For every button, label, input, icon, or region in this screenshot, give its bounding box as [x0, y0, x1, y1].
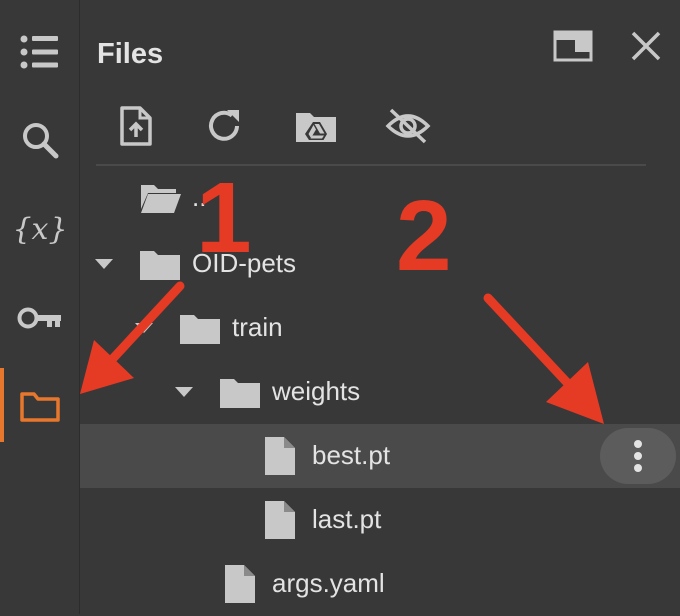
upload-file-icon — [120, 106, 152, 146]
search-button[interactable] — [0, 104, 80, 176]
search-icon — [23, 123, 59, 159]
refresh-button[interactable] — [196, 100, 252, 152]
close-panel-button[interactable] — [623, 26, 669, 66]
chevron-down-icon[interactable] — [170, 378, 198, 406]
tree-row-label: args.yaml — [272, 568, 385, 598]
tree-row-label: train — [232, 312, 283, 342]
tree-row-label: last.pt — [312, 504, 382, 534]
file-icon — [258, 437, 302, 475]
file-icon — [218, 565, 262, 603]
open-in-tab-button[interactable] — [550, 26, 596, 66]
annotation-step-1: 1 — [196, 162, 252, 274]
folder-icon — [178, 310, 222, 346]
mount-drive-button[interactable] — [288, 100, 344, 152]
window-icon — [553, 30, 593, 62]
files-button[interactable] — [0, 370, 80, 442]
close-icon — [631, 31, 661, 61]
key-icon — [17, 307, 61, 329]
folder-icon — [218, 374, 262, 410]
folder-open-icon — [138, 180, 182, 216]
tree-row-file[interactable]: last.pt — [80, 488, 680, 552]
folder-icon — [138, 246, 182, 282]
folder-icon — [20, 392, 60, 422]
tree-row-file-selected[interactable]: best.pt — [80, 424, 680, 488]
annotation-step-2: 2 — [396, 180, 452, 292]
activity-sidebar: {x} — [0, 0, 80, 614]
list-icon — [20, 35, 58, 69]
chevron-down-icon[interactable] — [90, 250, 118, 278]
toggle-hidden-files-button[interactable] — [380, 100, 436, 152]
secrets-button[interactable] — [0, 282, 80, 354]
drive-folder-icon — [296, 113, 336, 142]
kebab-menu-icon — [634, 440, 642, 472]
file-icon — [258, 501, 302, 539]
panel-title: Files — [97, 38, 164, 70]
upload-button[interactable] — [108, 100, 164, 152]
svg-text:{x}: {x} — [15, 212, 65, 247]
tree-row-folder[interactable]: train — [80, 296, 680, 360]
tree-row-file[interactable]: args.yaml — [80, 552, 680, 616]
eye-off-icon — [385, 108, 431, 144]
tree-row-folder[interactable]: weights — [80, 360, 680, 424]
variables-icon: {x} — [15, 212, 65, 247]
files-panel: Files .. OID-pets train weights best.pt … — [80, 0, 680, 614]
tree-row-folder[interactable]: OID-pets — [80, 232, 680, 296]
variables-button[interactable]: {x} — [0, 192, 80, 264]
tree-row-label: weights — [272, 376, 361, 406]
table-of-contents-button[interactable] — [0, 16, 80, 88]
refresh-icon — [209, 110, 239, 141]
tree-row-label: best.pt — [312, 440, 391, 470]
chevron-down-icon[interactable] — [130, 314, 158, 342]
tree-row-parent[interactable]: .. — [80, 166, 680, 230]
more-actions-button[interactable] — [600, 428, 676, 484]
